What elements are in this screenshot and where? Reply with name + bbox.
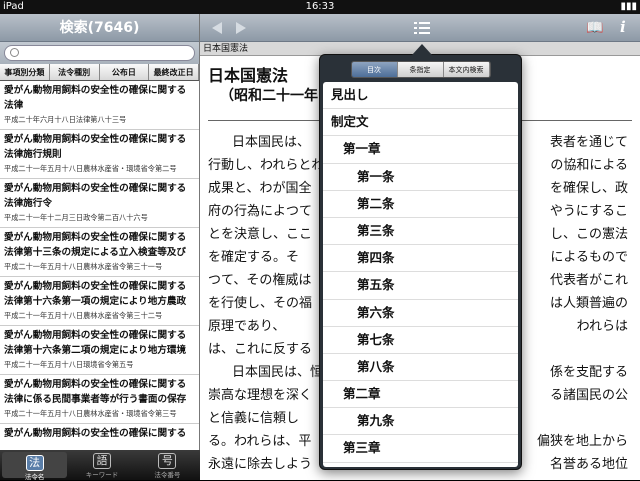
preamble-line-end: 偏狭を地上から bbox=[536, 434, 628, 449]
preamble-line-end: 係を支配する bbox=[549, 365, 628, 380]
toc-list: 見出し 制定文 第一章 第一条 第二条 第三条 第四条 第五条 第六条 第七条 第八条 第二章 第九条第… bbox=[323, 82, 518, 467]
preamble-line-end: る諸国民の公 bbox=[549, 388, 628, 403]
search-panel-title: 検索(7646) bbox=[0, 14, 199, 42]
tab-keyword-icon: 語 bbox=[92, 453, 111, 469]
sort-promulgation-button[interactable]: 公布日 bbox=[99, 64, 150, 80]
law-title: 愛がん動物用飼料の安全性の確保に関する法律に係る民間事業者等が行う書面の保存 bbox=[4, 379, 187, 405]
toc-tab-search[interactable]: 本文内検索 bbox=[443, 62, 490, 77]
law-list-item[interactable]: 愛がん動物用飼料の安全性の確保に関する法律に係る民間事業者等が行う書面の保存平成… bbox=[0, 375, 199, 424]
book-icon[interactable]: 📖 bbox=[586, 20, 603, 36]
search-bar bbox=[0, 42, 199, 64]
law-number: 平成二十年六月十八日法律第八十三号 bbox=[4, 115, 127, 124]
law-number: 平成二十一年五月十八日農林水産省・環境省令第三号 bbox=[4, 409, 177, 418]
preamble-line-end: の協和による bbox=[550, 158, 628, 173]
preamble-line: 崇高な理想を深く bbox=[208, 388, 313, 403]
tab-keyword[interactable]: 語キーワード bbox=[69, 450, 134, 480]
preamble-line: を行使し、その福 bbox=[208, 296, 313, 311]
toc-item[interactable]: 第一章 bbox=[323, 136, 518, 164]
document-toolbar: 📖 i bbox=[200, 14, 640, 42]
toc-item[interactable]: 第八条 bbox=[323, 354, 518, 382]
preamble-line-end: 表者を通じて bbox=[549, 135, 628, 150]
toc-item[interactable]: 第四条 bbox=[323, 245, 518, 273]
tab-label: キーワード bbox=[85, 471, 119, 479]
preamble-line-end: によるもので bbox=[550, 250, 628, 265]
law-number: 平成二十一年十二月三日政令第二百八十六号 bbox=[4, 213, 148, 222]
preamble-line-end: を確保し、政 bbox=[549, 181, 628, 196]
preamble-line-end: 名誉ある地位 bbox=[549, 457, 628, 472]
toc-segmented-control: 目次 条指定 本文内検索 bbox=[350, 61, 491, 78]
toc-item[interactable]: 第三章 bbox=[323, 435, 518, 463]
forward-arrow-icon[interactable] bbox=[236, 22, 246, 34]
preamble-line: と信義に信頼し bbox=[208, 411, 300, 426]
sort-law-type-button[interactable]: 法令種別 bbox=[49, 64, 100, 80]
info-icon[interactable]: i bbox=[620, 18, 626, 36]
sort-category-button[interactable]: 事項別分類 bbox=[0, 64, 50, 80]
tab-law-number-icon: 号 bbox=[158, 453, 177, 469]
table-of-contents-icon[interactable] bbox=[414, 21, 430, 35]
tab-law-number[interactable]: 号法令番号 bbox=[135, 450, 200, 480]
toc-tab-contents[interactable]: 目次 bbox=[351, 62, 398, 77]
law-list-item[interactable]: 愛がん動物用飼料の安全性の確保に関する法律第十三条の規定による立入検査等及び平成… bbox=[0, 228, 199, 277]
preamble-line: は、これに反する bbox=[208, 342, 313, 357]
search-panel: 検索(7646) 事項別分類 法令種別 公布日 最終改正日 愛がん動物用飼料の安… bbox=[0, 14, 200, 480]
preamble-line: 行動し、われらとわ bbox=[208, 158, 325, 173]
tab-law-name[interactable]: 法法令名 bbox=[2, 452, 68, 481]
status-bar: iPad 16:33 ▮▮▮ bbox=[0, 0, 640, 14]
law-title: 愛がん動物用飼料の安全性の確保に関する法律施行規則 bbox=[4, 134, 187, 160]
toc-item[interactable]: 第六条 bbox=[323, 300, 518, 327]
toc-popover: 目次 条指定 本文内検索 見出し 制定文 第一章 第一条 第二条 第三条 第四条 第五条 第六条 第七… bbox=[319, 44, 522, 470]
search-icon bbox=[10, 48, 19, 57]
preamble-line: を確定する。そ bbox=[208, 250, 300, 265]
law-number: 平成二十一年五月十八日環境省令第五号 bbox=[4, 360, 134, 369]
preamble-line: とを決意し、ここ bbox=[208, 227, 313, 242]
law-list-item[interactable]: 愛がん動物用飼料の安全性の確保に関する法律施行令平成二十一年十二月三日政令第二百… bbox=[0, 179, 199, 228]
toc-item[interactable]: 第九条 bbox=[323, 408, 518, 436]
preamble-line-end: 代表者がこれ bbox=[549, 273, 628, 288]
toc-item[interactable]: 見出し bbox=[323, 82, 518, 110]
toc-item[interactable]: 第五条 bbox=[323, 272, 518, 300]
law-title: 愛がん動物用飼料の安全性の確保に関する法律 bbox=[4, 85, 187, 111]
toc-item[interactable]: 第三条 bbox=[323, 218, 518, 246]
preamble-line: 成果と、わが国全 bbox=[208, 181, 312, 196]
law-number: 平成二十一年五月十八日農林水産省令第三十二号 bbox=[4, 311, 163, 320]
preamble-line: 原理であり、 bbox=[208, 319, 286, 334]
law-title: 愛がん動物用飼料の安全性の確保に関する法律第十三条の規定による立入検査等及び bbox=[4, 232, 187, 258]
toc-tab-article[interactable]: 条指定 bbox=[397, 62, 444, 77]
sort-last-revised-button[interactable]: 最終改正日 bbox=[149, 64, 199, 80]
law-title: 愛がん動物用飼料の安全性の確保に関する bbox=[4, 428, 187, 439]
law-number: 平成二十一年五月十八日農林水産省令第三十一号 bbox=[4, 262, 163, 271]
toc-item[interactable]: 制定文 bbox=[323, 109, 518, 137]
law-list-item[interactable]: 愛がん動物用飼料の安全性の確保に関する法律第十六条第一項の規定により地方農政平成… bbox=[0, 277, 199, 326]
preamble-line: 日本国民は、恒 bbox=[232, 365, 324, 380]
clock: 16:33 bbox=[305, 1, 335, 12]
preamble-line: 永遠に除去しよう bbox=[208, 457, 313, 472]
law-title: 愛がん動物用飼料の安全性の確保に関する法律第十六条第二項の規定により地方環境 bbox=[4, 330, 187, 356]
preamble-line-end: やうにするこ bbox=[549, 204, 628, 219]
preamble-line: 府の行為によつて bbox=[208, 204, 313, 219]
back-arrow-icon[interactable] bbox=[212, 22, 222, 34]
tab-label: 法令番号 bbox=[154, 471, 181, 479]
toc-item[interactable]: 第七条 bbox=[323, 327, 518, 354]
sort-segmented-control: 事項別分類 法令種別 公布日 最終改正日 bbox=[0, 64, 199, 81]
preamble-line-end: は人類普遍の bbox=[549, 296, 628, 311]
battery-icon: ▮▮▮ bbox=[620, 1, 637, 12]
preamble-line: 日本国民は、 bbox=[232, 135, 311, 150]
preamble-line-end: われらは bbox=[576, 319, 628, 334]
law-list-item[interactable]: 愛がん動物用飼料の安全性の確保に関する法律平成二十年六月十八日法律第八十三号 bbox=[0, 81, 199, 130]
tab-bar: 法法令名語キーワード号法令番号 bbox=[0, 450, 200, 481]
law-list: 愛がん動物用飼料の安全性の確保に関する法律 平成二十年六月十八日法律第八十三号 愛が… bbox=[0, 81, 199, 473]
law-number: 平成二十一年五月十八日農林水産省・環境省令第二号 bbox=[4, 164, 177, 173]
law-title: 愛がん動物用飼料の安全性の確保に関する法律第十六条第一項の規定により地方農政 bbox=[4, 281, 187, 307]
toc-item[interactable]: 第二条 bbox=[323, 191, 518, 218]
preamble-line: る。われらは、平 bbox=[208, 434, 312, 449]
law-list-item[interactable]: 愛がん動物用飼料の安全性の確保に関する法律第十六条第二項の規定により地方環境平成… bbox=[0, 326, 199, 375]
toc-item[interactable]: 第二章 bbox=[323, 381, 518, 409]
law-title: 愛がん動物用飼料の安全性の確保に関する法律施行令 bbox=[4, 183, 187, 209]
toc-item[interactable]: 第一条 bbox=[323, 164, 518, 191]
tab-law-name-icon: 法 bbox=[25, 455, 44, 471]
law-list-item[interactable]: 愛がん動物用飼料の安全性の確保に関する法律施行規則平成二十一年五月十八日農林水産… bbox=[0, 130, 199, 179]
preamble-line: つて、その権威は bbox=[208, 273, 312, 288]
preamble-line-end: し、この憲法 bbox=[549, 227, 628, 242]
search-input[interactable] bbox=[4, 45, 195, 61]
